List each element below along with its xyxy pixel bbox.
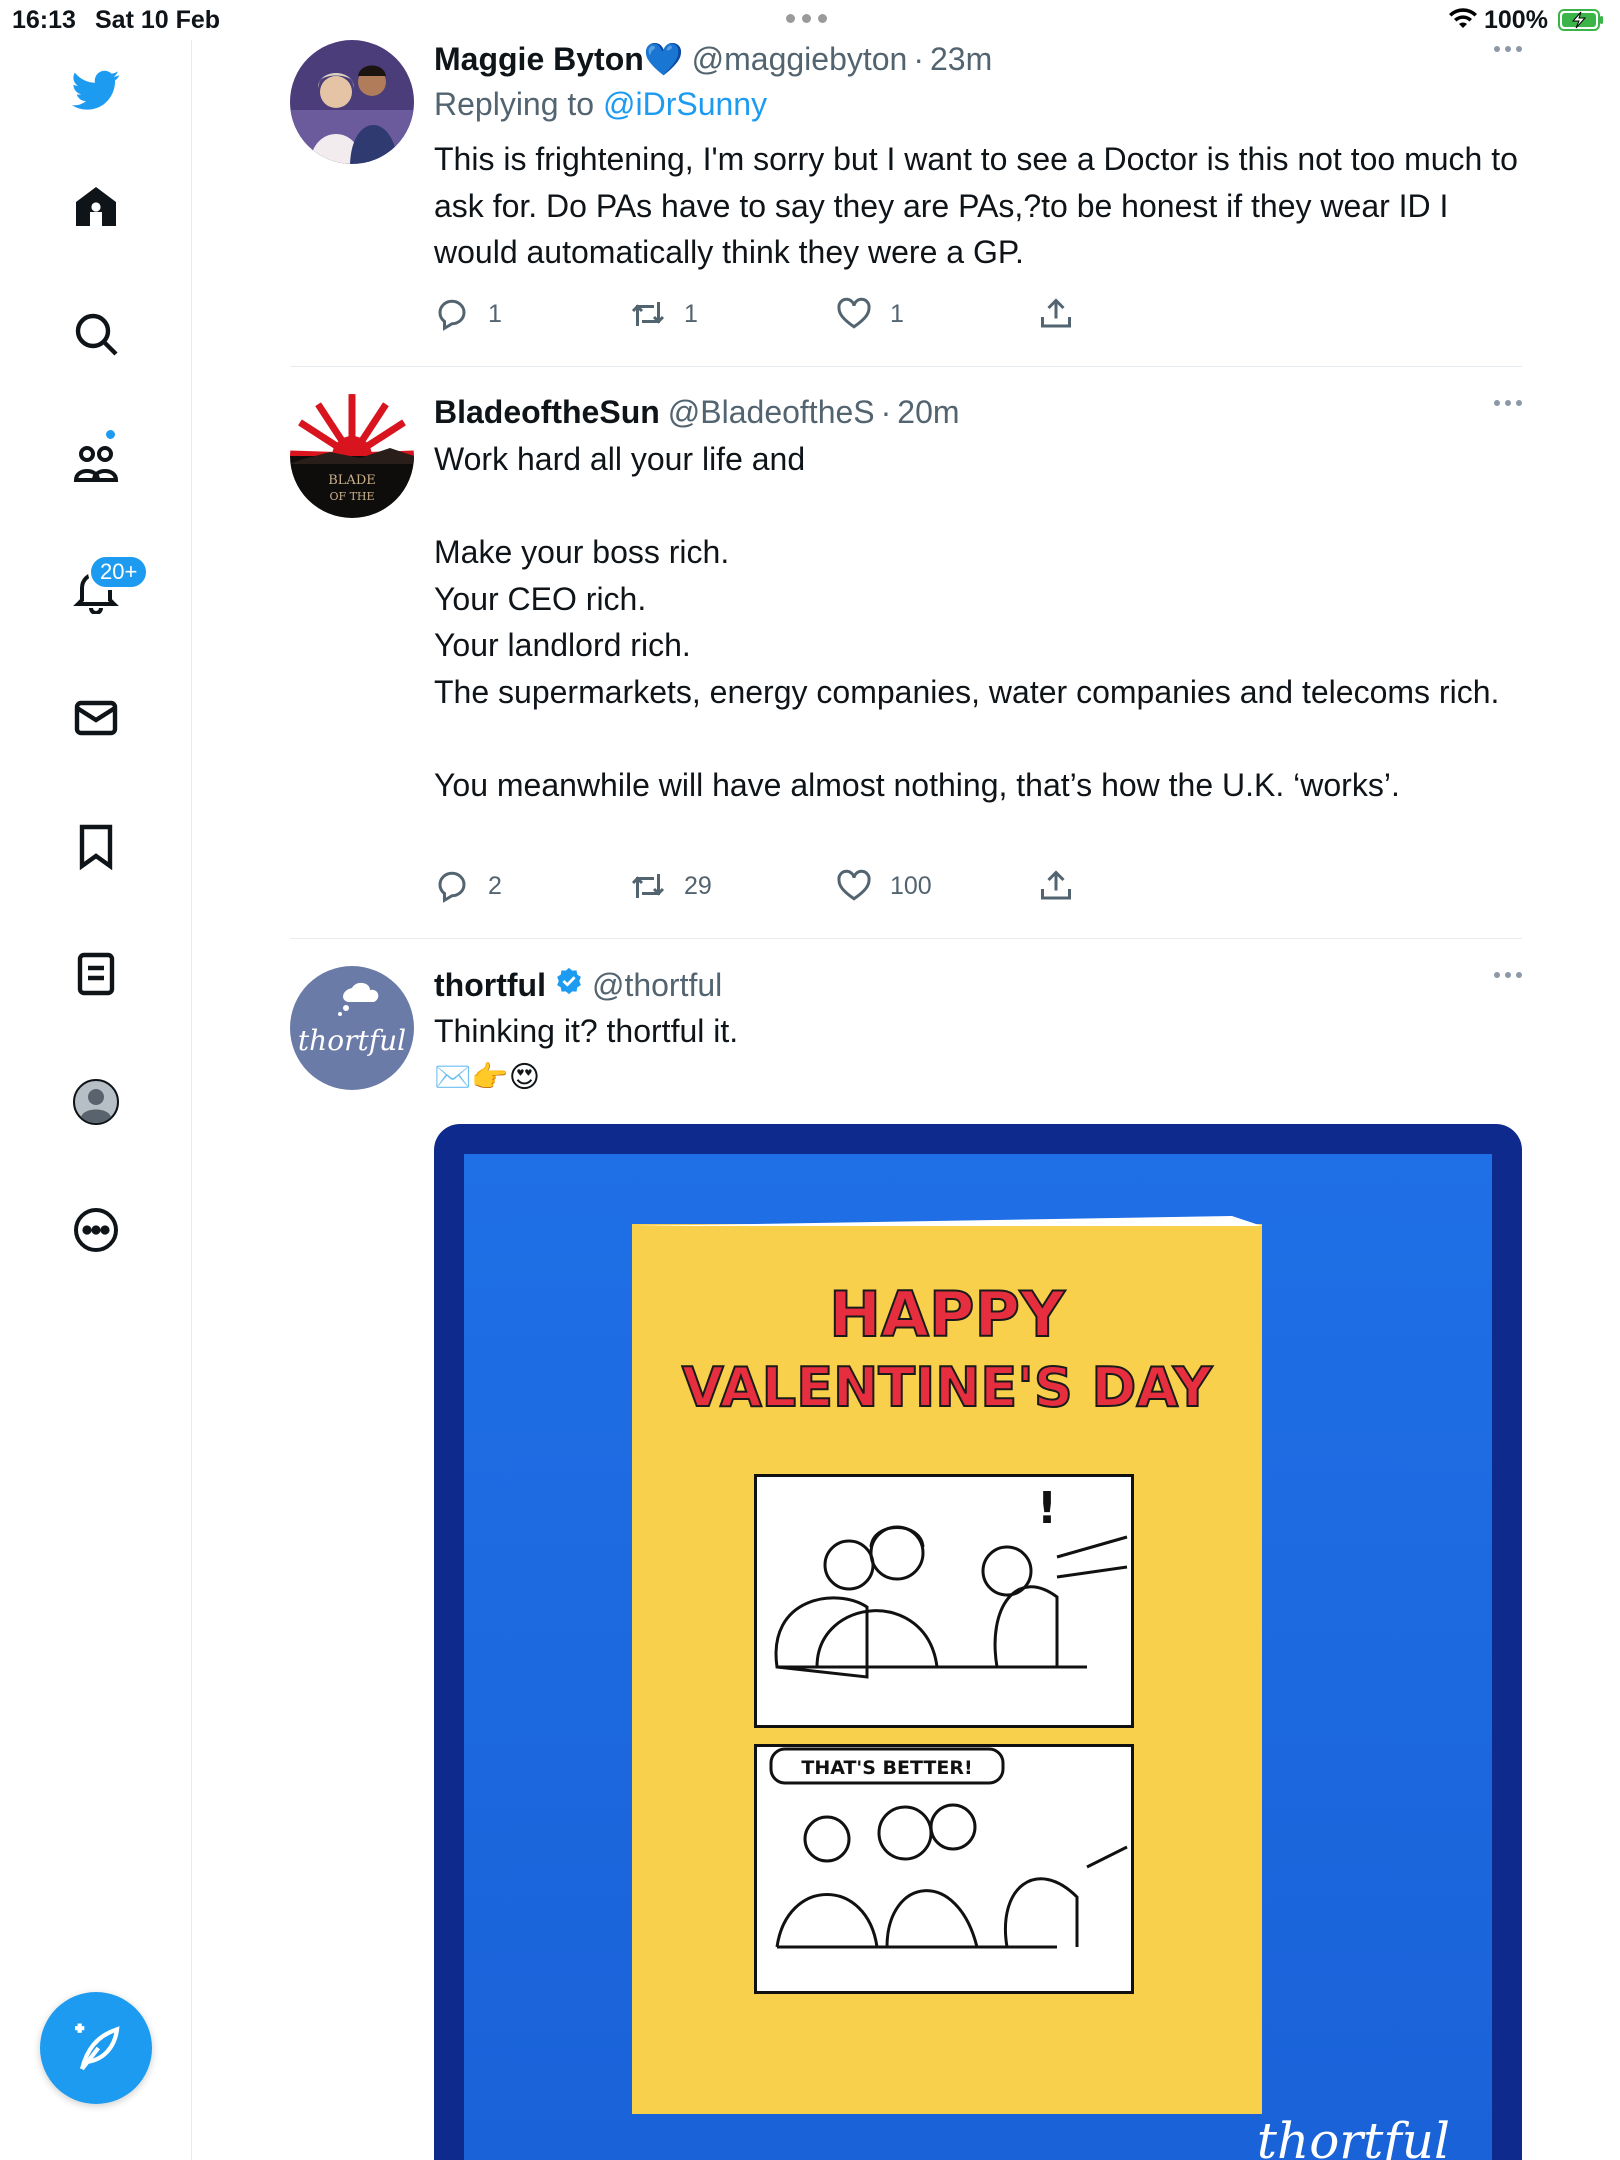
display-name[interactable]: thortful — [434, 967, 546, 1004]
user-avatar[interactable]: BLADE OF THE — [290, 394, 414, 518]
retweet-button[interactable]: 29 — [630, 868, 712, 904]
more-options-icon[interactable] — [66, 1200, 126, 1260]
retweet-icon — [631, 874, 665, 898]
replying-to: Replying to @iDrSunny — [434, 86, 768, 122]
heart-icon — [837, 297, 871, 329]
home-icon[interactable] — [66, 176, 126, 236]
user-handle: @BladeoftheS — [667, 394, 875, 430]
profile-avatar-icon[interactable] — [66, 1072, 126, 1132]
heart-icon — [837, 869, 871, 901]
more-menu-icon[interactable] — [1494, 972, 1522, 978]
twitter-logo-icon[interactable] — [66, 60, 126, 120]
heart-emoji: 💙 — [643, 41, 684, 77]
tweet-media-image[interactable]: HAPPY VALENTINE'S DAY ! THAT'S BETTER! t… — [434, 1124, 1522, 2160]
communities-unread-dot — [104, 428, 117, 441]
retweet-button[interactable]: 1 — [630, 296, 698, 332]
tweet-divider — [290, 366, 1522, 367]
tweet-time[interactable]: 23m — [930, 41, 992, 78]
status-date: Sat 10 Feb — [95, 6, 221, 34]
tweet-actions: 1 1 1 — [434, 296, 1074, 336]
tweet-text: This is frightening, I'm sorry but I wan… — [434, 141, 1527, 270]
card-back-edge — [632, 1216, 1262, 1226]
tweet-time[interactable]: 20m — [897, 394, 959, 431]
user-avatar[interactable]: thortful — [290, 966, 414, 1090]
like-button[interactable]: 100 — [836, 868, 932, 904]
tweet[interactable]: BLADE OF THE BladeoftheSun @BladeoftheS … — [290, 394, 1522, 914]
card-title-line1: HAPPY — [828, 1277, 1066, 1352]
status-bar: 16:13 Sat 10 Feb 100% — [0, 0, 1620, 40]
compose-feather-icon — [75, 2023, 120, 2071]
thortful-watermark: thortful — [1256, 2112, 1450, 2160]
battery-percent: 100% — [1484, 6, 1548, 34]
battery-charging-icon — [1558, 9, 1603, 31]
reply-icon — [438, 299, 466, 331]
share-icon — [1041, 298, 1071, 328]
sidebar-nav: 20+ — [0, 40, 192, 2160]
display-name[interactable]: Maggie Byton — [434, 41, 644, 78]
speech-bubble: THAT'S BETTER! — [801, 1757, 972, 1779]
svg-text:!: ! — [1037, 1483, 1057, 1534]
tweet[interactable]: Maggie Byton 💙 @maggiebyton · 23m Replyin… — [290, 40, 1522, 340]
communities-icon[interactable] — [66, 432, 126, 492]
replying-to-link[interactable]: @iDrSunny — [603, 86, 767, 122]
dot-separator: · — [880, 394, 892, 430]
more-menu-icon[interactable] — [1494, 400, 1522, 406]
tweet-actions: 2 29 100 — [434, 868, 1074, 908]
user-handle: @thortful — [591, 967, 723, 1003]
status-time: 16:13 — [12, 6, 76, 34]
bookmarks-icon[interactable] — [66, 816, 126, 876]
reply-icon — [438, 871, 466, 903]
valentine-card: HAPPY VALENTINE'S DAY ! THAT'S BETTER! — [632, 1216, 1262, 2114]
reply-button[interactable]: 1 — [434, 296, 502, 332]
comic-panel-top: ! — [754, 1474, 1134, 1728]
display-name[interactable]: BladeoftheSun — [434, 394, 660, 431]
search-icon[interactable] — [66, 304, 126, 364]
svg-text:OF THE: OF THE — [329, 490, 374, 503]
card-background: HAPPY VALENTINE'S DAY ! THAT'S BETTER! t… — [464, 1154, 1492, 2160]
tweet-text: Thinking it? thortful it. — [434, 1013, 739, 1049]
tweet-text: Work hard all your life and Make your bo… — [434, 441, 1500, 803]
multitasking-dots-icon[interactable] — [786, 14, 827, 23]
compose-tweet-button[interactable] — [40, 1992, 152, 2104]
more-menu-icon[interactable] — [1494, 46, 1522, 52]
comic-panel-bottom: THAT'S BETTER! — [754, 1744, 1134, 1994]
like-button[interactable]: 1 — [836, 296, 904, 332]
messages-mail-icon[interactable] — [66, 688, 126, 748]
lists-icon[interactable] — [66, 944, 126, 1004]
tweet-emojis: ✉️👉😍 — [434, 1061, 540, 1094]
user-handle: @maggiebyton — [691, 41, 908, 77]
retweet-icon — [631, 302, 665, 326]
card-title-line2: VALENTINE'S DAY — [681, 1355, 1213, 1420]
share-button[interactable] — [1038, 296, 1092, 332]
tweet[interactable]: thortful thortful @thortful Thinking it?… — [290, 966, 1522, 1126]
verified-badge-icon — [557, 967, 581, 995]
wifi-icon — [1449, 8, 1477, 28]
reply-button[interactable]: 2 — [434, 868, 502, 904]
avatar-text: thortful — [298, 1024, 406, 1057]
notifications-badge: 20+ — [88, 554, 150, 590]
avatar-text: BLADE — [328, 473, 376, 488]
user-avatar[interactable] — [290, 40, 414, 164]
share-button[interactable] — [1038, 868, 1092, 904]
dot-separator: · — [913, 41, 924, 77]
share-icon — [1041, 870, 1071, 900]
tweet-divider — [290, 938, 1522, 939]
